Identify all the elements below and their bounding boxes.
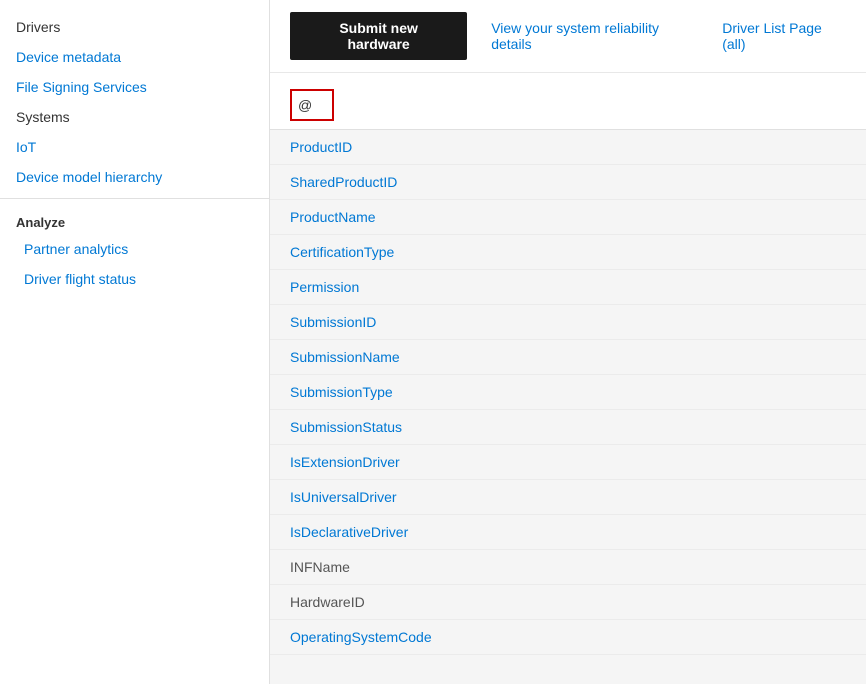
reliability-details-link[interactable]: View your system reliability details <box>491 20 698 52</box>
list-item-submissiontype[interactable]: SubmissionType <box>270 375 866 410</box>
sidebar-item-file-signing-services[interactable]: File Signing Services <box>0 72 269 102</box>
list-item-submissionstatus[interactable]: SubmissionStatus <box>270 410 866 445</box>
driver-list-page-link[interactable]: Driver List Page (all) <box>722 20 846 52</box>
sidebar: Drivers Device metadata File Signing Ser… <box>0 0 270 684</box>
sidebar-item-device-model-hierarchy[interactable]: Device model hierarchy <box>0 162 269 192</box>
list-item-hardwareid[interactable]: HardwareID <box>270 585 866 620</box>
list-item-certificationtype[interactable]: CertificationType <box>270 235 866 270</box>
list-item-isextensiondriver[interactable]: IsExtensionDriver <box>270 445 866 480</box>
main-content: Submit new hardware View your system rel… <box>270 0 866 684</box>
sidebar-item-iot[interactable]: IoT <box>0 132 269 162</box>
list-item-isdeclarativedriver[interactable]: IsDeclarativeDriver <box>270 515 866 550</box>
list-item-infname[interactable]: INFName <box>270 550 866 585</box>
sidebar-item-drivers[interactable]: Drivers <box>0 12 269 42</box>
sidebar-item-driver-flight-status[interactable]: Driver flight status <box>0 264 269 294</box>
list-item-productname[interactable]: ProductName <box>270 200 866 235</box>
sidebar-item-systems[interactable]: Systems <box>0 102 269 132</box>
sidebar-section-analyze: Analyze <box>0 205 269 234</box>
list-item-sharedproductid[interactable]: SharedProductID <box>270 165 866 200</box>
filter-area: @ <box>270 73 866 130</box>
submit-new-hardware-button[interactable]: Submit new hardware <box>290 12 467 60</box>
sidebar-item-device-metadata[interactable]: Device metadata <box>0 42 269 72</box>
sidebar-item-partner-analytics[interactable]: Partner analytics <box>0 234 269 264</box>
list-item-isuniversaldriver[interactable]: IsUniversalDriver <box>270 480 866 515</box>
list-item-submissionname[interactable]: SubmissionName <box>270 340 866 375</box>
filter-input-wrapper[interactable]: @ <box>290 89 334 121</box>
sidebar-divider <box>0 198 269 199</box>
list-item-submissionid[interactable]: SubmissionID <box>270 305 866 340</box>
list-item-productid[interactable]: ProductID <box>270 130 866 165</box>
list-item-permission[interactable]: Permission <box>270 270 866 305</box>
list-item-operatingsystemcode[interactable]: OperatingSystemCode <box>270 620 866 655</box>
field-list: ProductIDSharedProductIDProductNameCerti… <box>270 130 866 684</box>
at-symbol-icon: @ <box>298 97 312 113</box>
topbar: Submit new hardware View your system rel… <box>270 0 866 73</box>
